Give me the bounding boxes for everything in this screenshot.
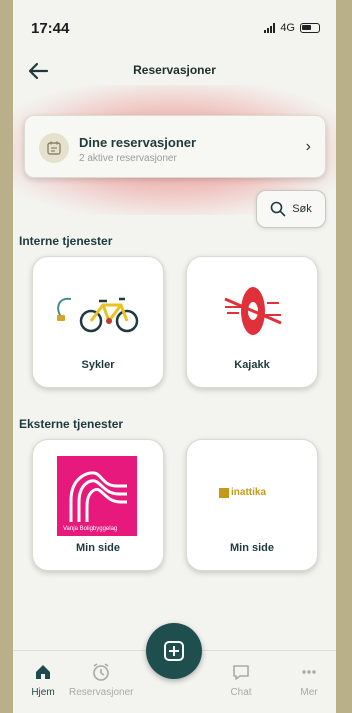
- chat-icon: [233, 665, 249, 680]
- attika-logo-mark: [219, 487, 229, 498]
- nav-item-reservations[interactable]: Reservasjoner: [69, 661, 133, 698]
- nav-item-home[interactable]: Hjem: [13, 661, 75, 698]
- nav-reservations-label: Reservasjoner: [69, 687, 134, 698]
- reservations-subtitle: 2 aktive reservasjoner: [79, 153, 177, 164]
- reservations-icon: [93, 663, 109, 681]
- reservations-title: Dine reservasjoner: [79, 135, 197, 150]
- more-icon: [302, 670, 316, 674]
- status-bar: 17:44 4G: [13, 0, 336, 50]
- search-icon: [270, 201, 286, 217]
- search-label: Søk: [292, 203, 312, 215]
- nav-home-label: Hjem: [31, 687, 55, 698]
- phone-screen: 17:44 4G Reservasjoner Dine reservasjone…: [13, 0, 336, 713]
- add-button[interactable]: [146, 623, 202, 679]
- attika-logo-text: inattika: [231, 487, 267, 498]
- search-button[interactable]: Søk: [256, 190, 326, 228]
- internal-services-heading: Interne tjenester: [19, 234, 113, 248]
- nav-item-chat[interactable]: Chat: [209, 661, 273, 698]
- tile-attika-label: Min side: [229, 542, 274, 554]
- tile-attika-min-side[interactable]: inattika Min side: [186, 439, 318, 571]
- bicycle-icon: [57, 297, 139, 333]
- nav-chat-label: Chat: [230, 687, 252, 698]
- kayak-icon: [224, 287, 282, 335]
- page-title: Reservasjoner: [133, 63, 216, 77]
- vanja-logo-text: Vanja Boligbyggelag: [63, 526, 118, 532]
- attika-logo: inattika: [219, 487, 266, 498]
- nav-item-more[interactable]: Mer: [277, 661, 336, 698]
- nav-more-label: Mer: [300, 687, 318, 698]
- tile-kayak-label: Kajakk: [234, 359, 270, 371]
- vanja-logo: Vanja Boligbyggelag: [57, 456, 137, 536]
- app-header: Reservasjoner: [13, 55, 336, 87]
- my-reservations-card[interactable]: Dine reservasjoner 2 aktive reservasjone…: [24, 115, 326, 178]
- tile-vanja-label: Min side: [75, 542, 120, 554]
- chevron-right-icon: ›: [305, 138, 311, 155]
- plus-icon: [164, 641, 184, 661]
- tile-bikes[interactable]: Sykler: [32, 256, 164, 388]
- home-icon: [36, 665, 50, 679]
- battery-icon: [300, 23, 320, 33]
- calendar-icon: [39, 133, 69, 163]
- status-indicators: 4G: [264, 22, 320, 34]
- tile-kayak[interactable]: Kajakk: [186, 256, 318, 388]
- status-time: 17:44: [31, 20, 70, 37]
- external-services-heading: Eksterne tjenester: [19, 417, 124, 431]
- bottom-navigation: Hjem Reservasjoner Chat Mer: [13, 623, 336, 713]
- network-type: 4G: [280, 22, 295, 34]
- tile-bikes-label: Sykler: [81, 359, 115, 371]
- signal-icon: [264, 23, 276, 33]
- tile-vanja-min-side[interactable]: Vanja Boligbyggelag Min side: [32, 439, 164, 571]
